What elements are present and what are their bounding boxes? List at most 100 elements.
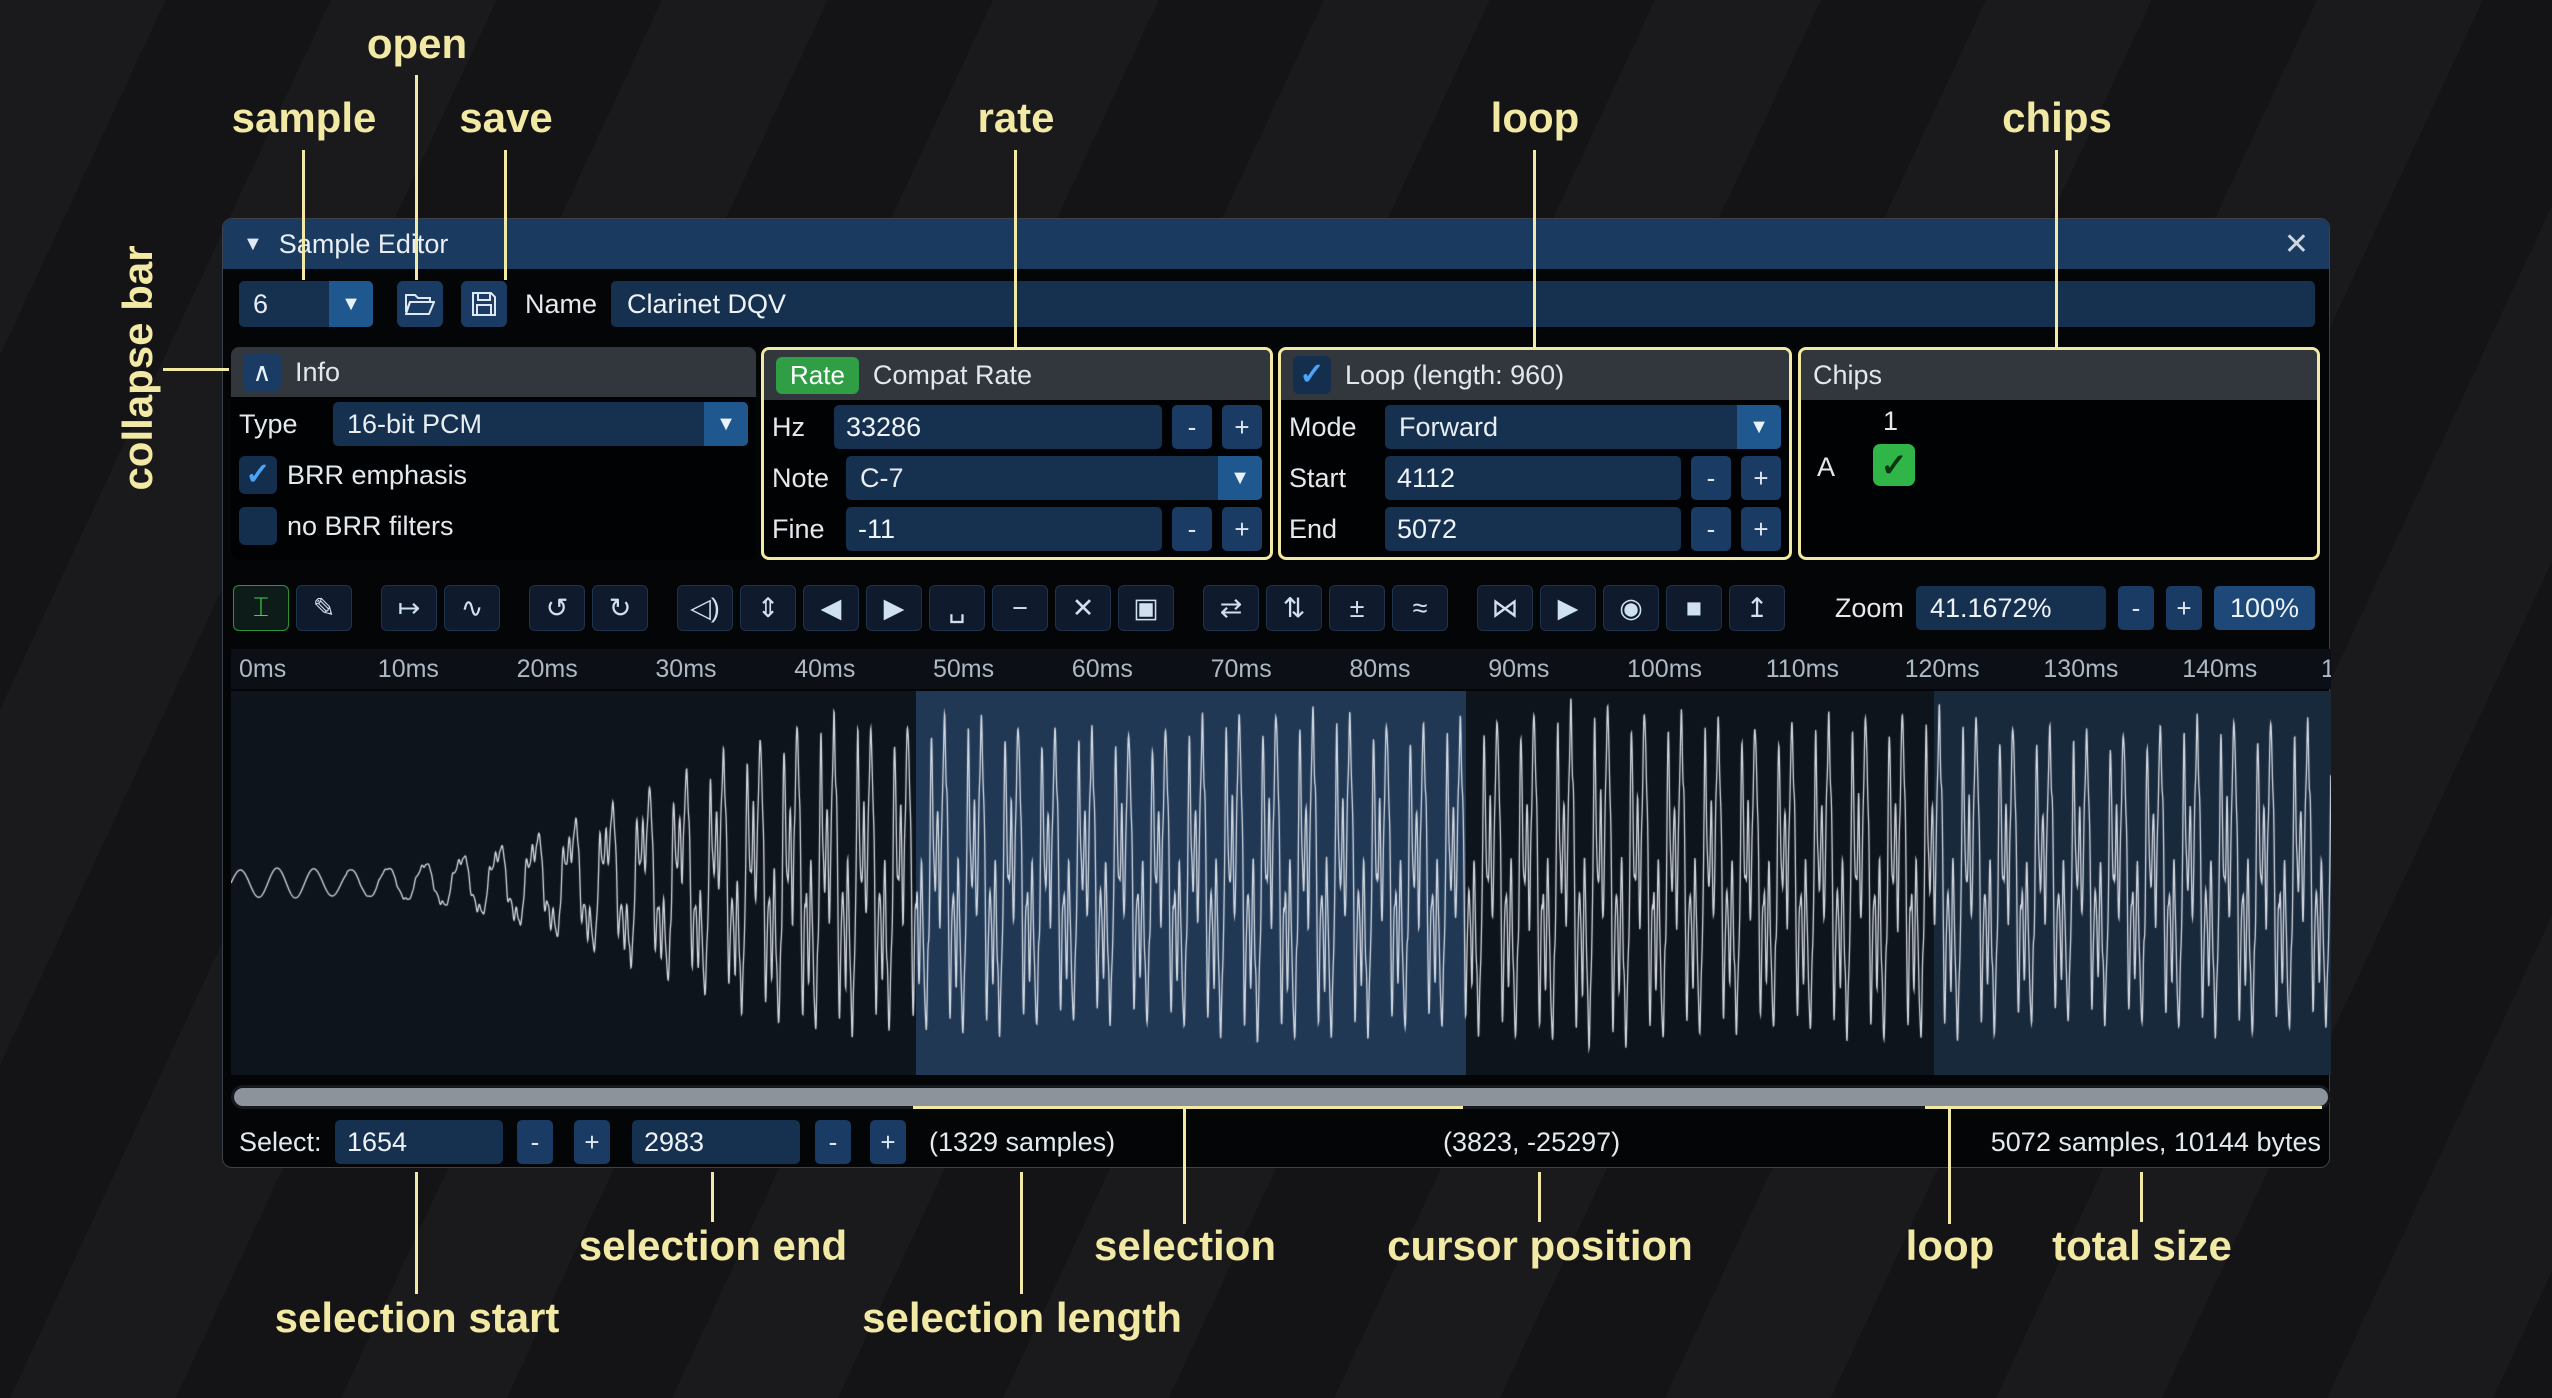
zoom-reset-button[interactable]: 100% (2214, 586, 2315, 630)
selection-start-increment-button[interactable]: + (574, 1120, 610, 1164)
chevron-down-icon[interactable]: ▼ (704, 402, 748, 446)
trim-icon[interactable]: ▣ (1118, 585, 1174, 631)
zoom-controls: Zoom 41.1672% - + 100% (1835, 586, 2315, 630)
chip-column-header: 1 (1883, 406, 1898, 437)
chips-panel-header: Chips (1801, 350, 2317, 400)
total-size-text: 5072 samples, 10144 bytes (1991, 1119, 2321, 1165)
fine-decrement-button[interactable]: - (1172, 507, 1212, 551)
sample-row: 6 ▼ Name Clarinet DQV (223, 279, 2329, 329)
selection-start-decrement-button[interactable]: - (517, 1120, 553, 1164)
undo-icon[interactable]: ↺ (529, 585, 585, 631)
note-label: Note (772, 463, 836, 494)
titlebar[interactable]: ▼ Sample Editor ✕ (223, 219, 2329, 269)
close-icon[interactable]: ✕ (2284, 227, 2309, 262)
hz-label: Hz (772, 412, 824, 443)
zoom-label: Zoom (1835, 593, 1904, 624)
draw-tool-icon[interactable]: ✎ (296, 585, 352, 631)
chevron-down-icon[interactable]: ▼ (1218, 456, 1262, 500)
selection-end-decrement-button[interactable]: - (815, 1120, 851, 1164)
sample-type-value: 16-bit PCM (333, 409, 704, 440)
zoom-input[interactable]: 41.1672% (1916, 586, 2106, 630)
amplify-icon[interactable]: ◁) (677, 585, 733, 631)
annotation-chips-label: chips (2002, 94, 2112, 142)
fine-input[interactable]: -11 (846, 507, 1162, 551)
reverse-icon[interactable]: ⇄ (1203, 585, 1259, 631)
folder-open-icon (405, 292, 435, 316)
sample-number-combo[interactable]: 6 ▼ (239, 281, 373, 327)
rate-badge[interactable]: Rate (776, 357, 859, 394)
ruler-label: 120ms (1905, 655, 1980, 684)
selection-start-input[interactable]: 1654 (335, 1120, 503, 1164)
open-sample-button[interactable] (397, 281, 443, 327)
timeline-ruler[interactable]: 0ms10ms20ms30ms40ms50ms60ms70ms80ms90ms1… (231, 649, 2331, 689)
fine-increment-button[interactable]: + (1222, 507, 1262, 551)
selection-length-text: (1329 samples) (929, 1119, 1115, 1165)
hz-decrement-button[interactable]: - (1172, 405, 1212, 449)
waveform-view[interactable] (231, 691, 2331, 1075)
preview-loop-icon[interactable]: ◉ (1603, 585, 1659, 631)
hz-input[interactable]: 33286 (834, 405, 1162, 449)
chip-enable-checkbox[interactable]: ✓ (1873, 444, 1915, 486)
insert-silence-icon[interactable]: ␣ (929, 585, 985, 631)
brr-emphasis-checkbox[interactable]: ✓ (239, 456, 277, 494)
annotation-selection-label: selection (1094, 1222, 1276, 1270)
loop-mode-combo[interactable]: Forward ▼ (1385, 405, 1781, 449)
sample-editor-window: ▼ Sample Editor ✕ 6 ▼ Name Clarinet DQV … (222, 218, 2330, 1168)
save-sample-button[interactable] (461, 281, 507, 327)
selection-end-increment-button[interactable]: + (870, 1120, 906, 1164)
loop-panel-header: ✓ Loop (length: 960) (1281, 350, 1789, 400)
annotation-sample-label: sample (232, 94, 377, 142)
note-value: C-7 (846, 463, 1218, 494)
signedness-icon[interactable]: ± (1329, 585, 1385, 631)
annotation-selection-length-line (1020, 1172, 1023, 1294)
sample-name-input[interactable]: Clarinet DQV (611, 281, 2315, 327)
import-icon[interactable]: ↥ (1729, 585, 1785, 631)
loop-end-decrement-button[interactable]: - (1691, 507, 1731, 551)
chevron-down-icon[interactable]: ▼ (1737, 405, 1781, 449)
ruler-label: 0ms (239, 655, 286, 684)
ruler-label: 110ms (1766, 655, 1839, 684)
sample-toolbar: ⌶✎↦∿↺↻◁)⇕◀▶␣−✕▣⇄⇅±≈⋈▶◉■↥ Zoom 41.1672% -… (233, 584, 2315, 632)
ruler-label: 140ms (2182, 655, 2257, 684)
loop-end-input[interactable]: 5072 (1385, 507, 1681, 551)
window-collapse-icon[interactable]: ▼ (243, 233, 263, 256)
crossfade-icon[interactable]: ⋈ (1477, 585, 1533, 631)
loop-start-increment-button[interactable]: + (1741, 456, 1781, 500)
redo-icon[interactable]: ↻ (592, 585, 648, 631)
collapse-bar-button[interactable]: ∧ (243, 353, 281, 391)
selection-end-input[interactable]: 2983 (632, 1120, 800, 1164)
sample-type-combo[interactable]: 16-bit PCM ▼ (333, 402, 748, 446)
chevron-down-icon[interactable]: ▼ (329, 281, 373, 327)
ruler-label: 130ms (2043, 655, 2118, 684)
zoom-in-button[interactable]: + (2166, 586, 2202, 630)
fade-in-icon[interactable]: ◀ (803, 585, 859, 631)
apply-silence-icon[interactable]: − (992, 585, 1048, 631)
annotation-total-size-label: total size (2052, 1222, 2232, 1270)
loop-end-increment-button[interactable]: + (1741, 507, 1781, 551)
stop-icon[interactable]: ■ (1666, 585, 1722, 631)
annotation-chips-line (2055, 150, 2058, 347)
delete-icon[interactable]: ✕ (1055, 585, 1111, 631)
filter-icon[interactable]: ≈ (1392, 585, 1448, 631)
fade-out-icon[interactable]: ▶ (866, 585, 922, 631)
preview-icon[interactable]: ▶ (1540, 585, 1596, 631)
loop-enable-checkbox[interactable]: ✓ (1293, 356, 1331, 394)
resize-icon[interactable]: ↦ (381, 585, 437, 631)
resample-icon[interactable]: ∿ (444, 585, 500, 631)
ruler-label: 80ms (1349, 655, 1410, 684)
annotation-selection-start-line (415, 1172, 418, 1294)
annotation-rate-line (1014, 150, 1017, 347)
hz-increment-button[interactable]: + (1222, 405, 1262, 449)
note-combo[interactable]: C-7 ▼ (846, 456, 1262, 500)
normalize-icon[interactable]: ⇕ (740, 585, 796, 631)
loop-start-input[interactable]: 4112 (1385, 456, 1681, 500)
select-tool-icon[interactable]: ⌶ (233, 585, 289, 631)
no-brr-filters-checkbox[interactable] (239, 507, 277, 545)
waveform-canvas[interactable] (231, 691, 2331, 1075)
loop-mode-value: Forward (1385, 412, 1737, 443)
invert-icon[interactable]: ⇅ (1266, 585, 1322, 631)
loop-start-decrement-button[interactable]: - (1691, 456, 1731, 500)
annotation-selection-bracket (913, 1106, 1463, 1109)
zoom-out-button[interactable]: - (2118, 586, 2154, 630)
scrollbar-grab[interactable] (234, 1088, 2328, 1106)
